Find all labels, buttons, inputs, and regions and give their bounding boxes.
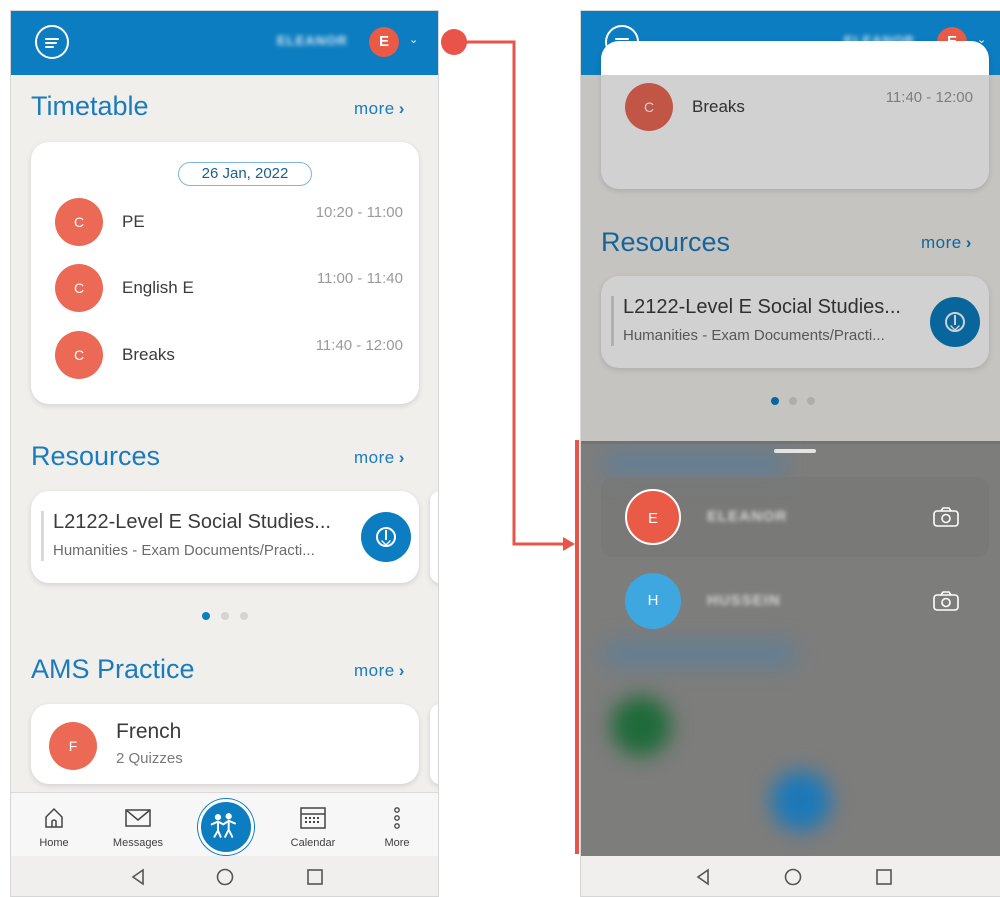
home-screen: ELEANOR E ⌄ Timetable more › 26 Jan, 2022… [10,10,439,897]
class-avatar: C [55,264,103,312]
subject-label: PE [122,212,145,231]
next-quiz-card[interactable] [430,704,438,784]
account-row[interactable]: E ELEANOR [601,477,989,557]
carousel-dot-active[interactable] [202,612,210,620]
system-nav-bar [11,856,438,896]
highlight-bar [575,440,579,854]
class-avatar: C [55,331,103,379]
camera-icon[interactable] [933,590,959,612]
resource-title: L2122-Level E Social Studies... [53,511,331,533]
nav-more[interactable]: More [357,793,437,857]
account-switcher-screen: ELEANOR E ⌄ C Breaks 11:40 - 12:00 Resou… [580,10,1000,897]
recents-icon[interactable] [875,868,893,886]
divider [41,511,44,561]
date-pill[interactable]: 26 Jan, 2022 [178,162,312,186]
ams-more-link[interactable]: more › [354,661,405,681]
nav-messages[interactable]: Messages [98,793,178,857]
download-icon[interactable] [361,512,411,562]
back-icon[interactable] [129,868,147,886]
time-label: 10:20 - 11:00 [315,204,403,221]
home-system-icon[interactable] [784,868,802,886]
nav-home[interactable]: Home [14,793,94,857]
kids-icon[interactable] [198,799,254,855]
quiz-avatar: F [49,722,97,770]
subject-label: English E [122,278,194,297]
quiz-title: French [116,720,182,743]
account-switcher-sheet: E ELEANOR H HUSSEIN [581,441,1000,856]
system-nav-bar [581,856,1000,896]
drag-handle[interactable] [774,449,816,453]
recents-icon[interactable] [306,868,324,886]
home-icon [45,807,63,828]
calendar-icon [300,807,326,829]
user-name: ELEANOR [277,33,348,48]
quiz-card[interactable]: F French 2 Quizzes [31,704,419,784]
timetable-title: Timetable [31,91,149,121]
more-vertical-icon [394,807,400,829]
account-name: ELEANOR [707,508,788,525]
nav-calendar[interactable]: Calendar [273,793,353,857]
class-avatar: C [55,198,103,246]
camera-icon[interactable] [933,506,959,528]
subject-label: Breaks [122,345,175,364]
time-label: 11:00 - 11:40 [316,270,403,287]
timetable-row[interactable]: C English E 11:00 - 11:40 [55,264,403,312]
app-bar: ELEANOR E ⌄ [11,11,438,75]
bottom-nav: Home Messages Calendar More [11,792,438,856]
nav-calendar-label: Calendar [290,837,336,849]
envelope-icon [125,809,151,827]
home-system-icon[interactable] [216,868,234,886]
timetable-more-link[interactable]: more › [354,99,405,119]
timetable-card: 26 Jan, 2022 C PE 10:20 - 11:00 C Englis… [31,142,419,404]
nav-messages-label: Messages [112,837,164,849]
quiz-count: 2 Quizzes [116,750,183,767]
resources-title: Resources [31,441,161,471]
background-overlay[interactable] [581,75,1000,444]
account-avatar: E [625,489,681,545]
timetable-row[interactable]: C PE 10:20 - 11:00 [55,198,403,246]
account-avatar: H [625,573,681,629]
resource-card[interactable]: L2122-Level E Social Studies... Humaniti… [31,491,419,583]
transition-arrow [441,29,575,551]
ams-practice-title: AMS Practice [31,654,195,684]
timetable-row[interactable]: C Breaks 11:40 - 12:00 [55,331,403,379]
user-avatar[interactable]: E [369,27,399,57]
resource-subtitle: Humanities - Exam Documents/Practi... [53,542,315,559]
carousel-dot[interactable] [240,612,248,620]
account-name: HUSSEIN [707,592,781,609]
menu-icon[interactable] [35,25,69,59]
resources-more-link[interactable]: more › [354,448,405,468]
back-icon[interactable] [694,868,712,886]
nav-more-label: More [384,837,410,849]
time-label: 11:40 - 12:00 [315,337,403,354]
carousel-dot[interactable] [221,612,229,620]
nav-home-label: Home [39,837,69,849]
account-row[interactable]: H HUSSEIN [601,561,989,641]
chevron-down-icon[interactable]: ⌄ [409,33,418,46]
